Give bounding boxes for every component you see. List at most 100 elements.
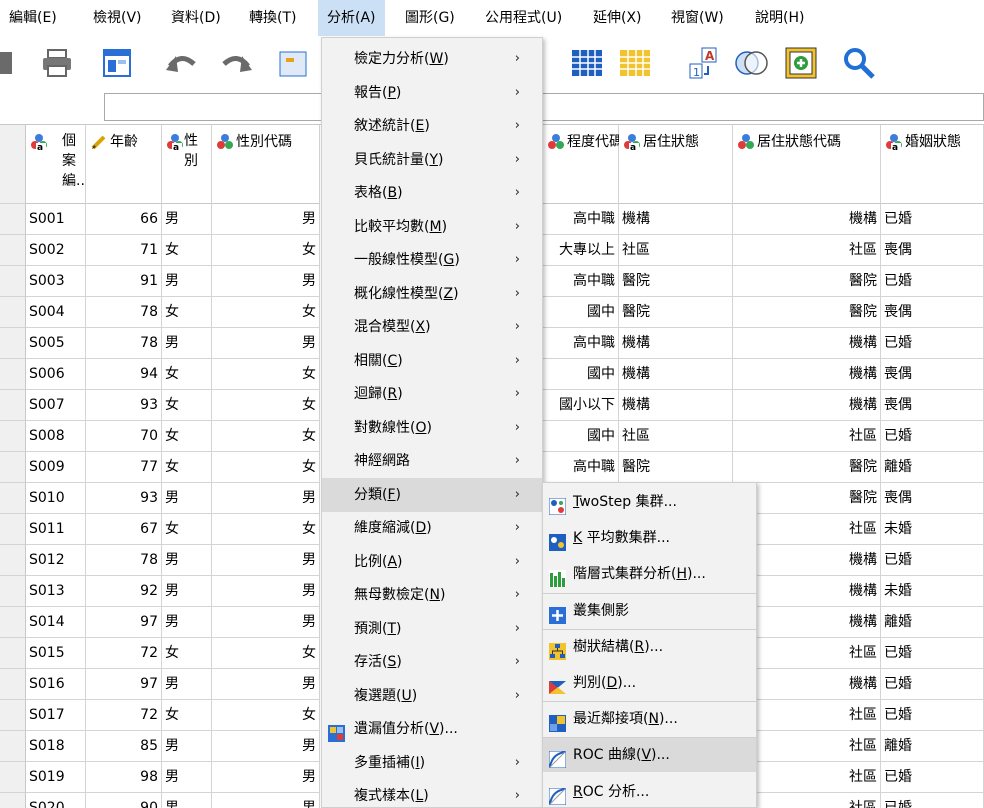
cell-sexcode[interactable]: 男 — [212, 607, 320, 638]
cell-age[interactable]: 77 — [86, 452, 162, 483]
cell-age[interactable]: 72 — [86, 700, 162, 731]
cell-sexcode[interactable]: 男 — [212, 483, 320, 514]
cell-sexcode[interactable]: 女 — [212, 390, 320, 421]
row-number[interactable] — [0, 514, 26, 545]
cell-edu[interactable]: 高中職 — [543, 204, 619, 235]
cell-marital[interactable]: 離婚 — [881, 452, 984, 483]
cell-sexcode[interactable]: 女 — [212, 700, 320, 731]
cell-sexcode[interactable]: 男 — [212, 669, 320, 700]
cell-edu[interactable]: 國中 — [543, 359, 619, 390]
cell-live[interactable]: 機構 — [619, 328, 733, 359]
cell-sex[interactable]: 女 — [162, 235, 212, 266]
row-number[interactable] — [0, 700, 26, 731]
column-header-8[interactable]: a 婚姻狀態 — [881, 125, 984, 204]
analyze-menu-item-17[interactable]: 無母數檢定(N) › — [322, 578, 542, 612]
cell-marital[interactable]: 喪偶 — [881, 359, 984, 390]
cell-sex[interactable]: 男 — [162, 669, 212, 700]
analyze-menu-item-3[interactable]: 敘述統計(E) › — [322, 109, 542, 143]
cell-age[interactable]: 70 — [86, 421, 162, 452]
cell-id[interactable]: S015 — [26, 638, 86, 669]
cell-id[interactable]: S009 — [26, 452, 86, 483]
cell-sex[interactable]: 男 — [162, 576, 212, 607]
value-labels-icon[interactable]: A1 — [684, 44, 722, 82]
cell-edu[interactable]: 國小以下 — [543, 390, 619, 421]
cell-id[interactable]: S013 — [26, 576, 86, 607]
cell-live[interactable]: 醫院 — [619, 297, 733, 328]
analyze-menu-item-23[interactable]: 複式樣本(L) › — [322, 779, 542, 808]
menu-10[interactable]: 說明(H) — [746, 0, 813, 36]
analyze-menu-item-21[interactable]: 遺漏值分析(V)... — [322, 712, 542, 746]
cell-age[interactable]: 66 — [86, 204, 162, 235]
cell-sex[interactable]: 男 — [162, 793, 212, 808]
cell-livecode[interactable]: 醫院 — [733, 266, 881, 297]
cell-id[interactable]: S011 — [26, 514, 86, 545]
analyze-menu-item-12[interactable]: 對數線性(O) › — [322, 411, 542, 445]
menu-5[interactable]: 分析(A) — [318, 0, 385, 36]
classify-menu-item-2[interactable]: K 平均數集群... — [543, 521, 756, 555]
cell-marital[interactable]: 已婚 — [881, 204, 984, 235]
column-header-4[interactable]: 性別代碼 — [212, 125, 320, 204]
cell-edu[interactable]: 大專以上 — [543, 235, 619, 266]
row-number[interactable] — [0, 297, 26, 328]
recall-dialog-icon[interactable] — [98, 44, 136, 82]
cell-sexcode[interactable]: 女 — [212, 638, 320, 669]
row-number[interactable] — [0, 638, 26, 669]
menu-9[interactable]: 視窗(W) — [662, 0, 733, 36]
cell-edu[interactable]: 高中職 — [543, 328, 619, 359]
cell-age[interactable]: 93 — [86, 483, 162, 514]
cell-marital[interactable]: 喪偶 — [881, 483, 984, 514]
cell-marital[interactable]: 離婚 — [881, 607, 984, 638]
menu-2[interactable]: 檢視(V) — [84, 0, 151, 36]
cell-id[interactable]: S019 — [26, 762, 86, 793]
cell-edu[interactable]: 國中 — [543, 421, 619, 452]
cell-edu[interactable]: 國中 — [543, 297, 619, 328]
row-number[interactable] — [0, 793, 26, 808]
cell-age[interactable]: 72 — [86, 638, 162, 669]
analyze-menu-item-10[interactable]: 相關(C) › — [322, 344, 542, 378]
analyze-menu-item-5[interactable]: 表格(B) › — [322, 176, 542, 210]
row-number[interactable] — [0, 762, 26, 793]
cell-sex[interactable]: 男 — [162, 204, 212, 235]
cell-sex[interactable]: 女 — [162, 638, 212, 669]
cell-id[interactable]: S012 — [26, 545, 86, 576]
analyze-menu-item-19[interactable]: 存活(S) › — [322, 645, 542, 679]
cell-edu[interactable]: 高中職 — [543, 266, 619, 297]
classify-menu-item-7[interactable]: 最近鄰接項(N)... — [543, 702, 756, 736]
cell-id[interactable]: S001 — [26, 204, 86, 235]
cell-id[interactable]: S003 — [26, 266, 86, 297]
cell-marital[interactable]: 已婚 — [881, 762, 984, 793]
cell-age[interactable]: 78 — [86, 545, 162, 576]
cell-live[interactable]: 機構 — [619, 390, 733, 421]
analyze-menu-item-22[interactable]: 多重插補(I) › — [322, 746, 542, 780]
menu-1[interactable]: 編輯(E) — [0, 0, 66, 36]
cell-livecode[interactable]: 社區 — [733, 235, 881, 266]
cell-value-input[interactable] — [104, 93, 984, 121]
cell-sexcode[interactable]: 男 — [212, 793, 320, 808]
save-icon[interactable] — [0, 44, 24, 82]
cell-sex[interactable]: 男 — [162, 328, 212, 359]
row-number[interactable] — [0, 421, 26, 452]
menu-3[interactable]: 資料(D) — [162, 0, 230, 36]
cell-id[interactable]: S008 — [26, 421, 86, 452]
row-number[interactable] — [0, 669, 26, 700]
analyze-menu-item-2[interactable]: 報告(P) › — [322, 76, 542, 110]
column-header-1[interactable]: a 個案編... — [26, 125, 89, 204]
cell-marital[interactable]: 喪偶 — [881, 297, 984, 328]
cell-livecode[interactable]: 醫院 — [733, 297, 881, 328]
analyze-menu-item-15[interactable]: 維度縮減(D) › — [322, 511, 542, 545]
cell-marital[interactable]: 未婚 — [881, 514, 984, 545]
cell-sex[interactable]: 女 — [162, 452, 212, 483]
analyze-menu-item-4[interactable]: 貝氏統計量(Y) › — [322, 143, 542, 177]
cell-age[interactable]: 78 — [86, 297, 162, 328]
cell-sexcode[interactable]: 女 — [212, 514, 320, 545]
cell-age[interactable]: 78 — [86, 328, 162, 359]
cell-age[interactable]: 97 — [86, 669, 162, 700]
column-header-6[interactable]: a 居住狀態 — [619, 125, 733, 204]
classify-menu-item-9[interactable]: ROC 分析... — [543, 775, 756, 808]
cell-sexcode[interactable]: 女 — [212, 297, 320, 328]
search-icon[interactable] — [840, 44, 878, 82]
cell-id[interactable]: S010 — [26, 483, 86, 514]
cell-id[interactable]: S005 — [26, 328, 86, 359]
cell-age[interactable]: 71 — [86, 235, 162, 266]
cell-marital[interactable]: 未婚 — [881, 576, 984, 607]
